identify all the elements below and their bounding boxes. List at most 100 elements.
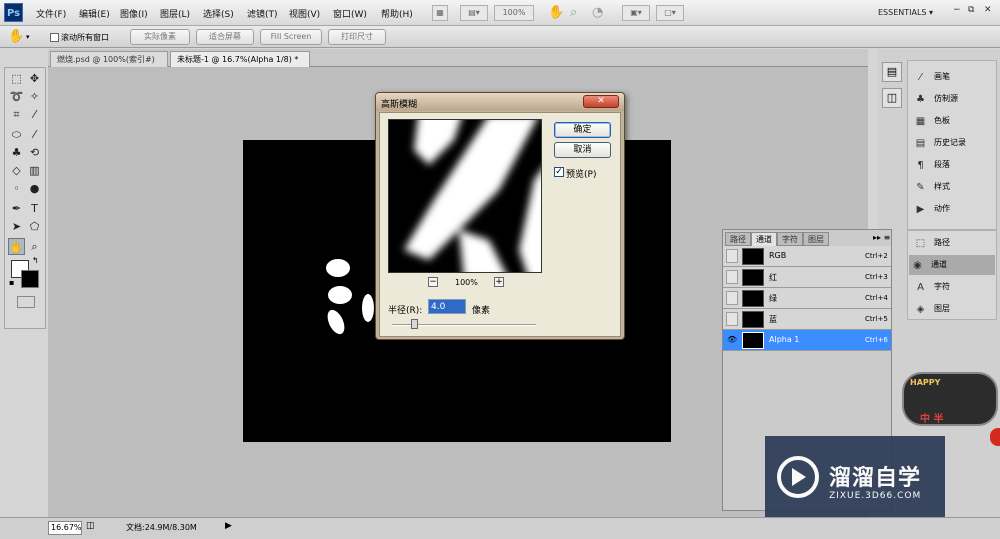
hand-icon[interactable]: ✋ bbox=[548, 5, 564, 20]
channel-row-blue[interactable]: 蓝 Ctrl+5 bbox=[723, 309, 891, 330]
tab-document-1[interactable]: 燃烧.psd @ 100%(索引#) bbox=[50, 51, 168, 67]
background-color-swatch[interactable] bbox=[21, 270, 39, 288]
hand-tool-icon[interactable]: ✋ bbox=[8, 29, 24, 44]
healing-brush-icon[interactable]: ⬭ bbox=[8, 126, 25, 143]
print-size-button[interactable]: 打印尺寸 bbox=[328, 29, 386, 45]
zoom-out-button[interactable]: − bbox=[428, 277, 438, 287]
view-extras-icon[interactable]: ▤▾ bbox=[460, 5, 488, 21]
info-icon[interactable]: ◫ bbox=[882, 88, 902, 108]
channel-row-alpha-1[interactable]: 👁 Alpha 1 Ctrl+6 bbox=[723, 330, 891, 351]
fill-screen-button[interactable]: Fill Screen bbox=[260, 29, 322, 45]
radius-input[interactable] bbox=[428, 299, 466, 314]
panel-item-styles[interactable]: ✎ 样式 bbox=[912, 177, 998, 197]
channel-name: 蓝 bbox=[769, 315, 777, 324]
path-selection-icon[interactable]: ➤ bbox=[8, 218, 25, 235]
fit-screen-button[interactable]: 适合屏幕 bbox=[196, 29, 254, 45]
panel-item-paragraph[interactable]: ¶ 段落 bbox=[912, 155, 998, 175]
zoom-tool-panel-icon[interactable]: ⌕ bbox=[26, 238, 43, 255]
hand-tool-selected-icon[interactable]: ✋ bbox=[8, 238, 25, 255]
blur-tool-icon[interactable]: ◦ bbox=[8, 180, 25, 197]
type-tool-icon[interactable]: T bbox=[26, 200, 43, 217]
dialog-titlebar[interactable]: 高斯模糊 ✕ bbox=[376, 93, 624, 111]
quick-mask-icon[interactable] bbox=[17, 296, 35, 308]
menu-filter[interactable]: 滤镜(T) bbox=[247, 7, 278, 20]
bridge-icon[interactable]: ▦ bbox=[432, 5, 448, 21]
tab-character[interactable]: 字符 bbox=[777, 232, 803, 246]
tab-document-2[interactable]: 未标题-1 @ 16.7%(Alpha 1/8) * bbox=[170, 51, 310, 67]
panel-item-layers[interactable]: ◈ 图层 bbox=[912, 299, 998, 319]
brush-tool-icon[interactable]: ⁄ bbox=[26, 126, 43, 143]
status-menu-arrow-icon[interactable]: ▶ bbox=[225, 521, 232, 531]
channel-row-rgb[interactable]: RGB Ctrl+2 bbox=[723, 246, 891, 267]
panel-item-swatches[interactable]: ▦ 色板 bbox=[912, 111, 998, 131]
pen-tool-icon[interactable]: ✒ bbox=[8, 200, 25, 217]
swatches-icon: ▦ bbox=[915, 116, 926, 127]
panel-item-clone-source[interactable]: ♣ 仿制源 bbox=[912, 89, 998, 109]
zoom-level[interactable]: 100% bbox=[494, 5, 534, 21]
dialog-close-icon[interactable]: ✕ bbox=[583, 95, 619, 108]
menu-help[interactable]: 帮助(H) bbox=[381, 7, 413, 20]
cancel-button[interactable]: 取消 bbox=[554, 142, 611, 158]
preview-checkbox[interactable]: ✓ bbox=[554, 167, 564, 177]
ok-button[interactable]: 确定 bbox=[554, 122, 611, 138]
navigator-icon[interactable]: ▤ bbox=[882, 62, 902, 82]
panel-menu-icon[interactable]: ▸▸ ≡ bbox=[873, 233, 890, 242]
channel-row-red[interactable]: 红 Ctrl+3 bbox=[723, 267, 891, 288]
crop-tool-icon[interactable]: ⌗ bbox=[8, 106, 25, 123]
eye-icon[interactable]: 👁 bbox=[726, 333, 738, 347]
panel-item-channels[interactable]: ◉ 通道 bbox=[909, 255, 995, 275]
menu-edit[interactable]: 编辑(E) bbox=[79, 7, 110, 20]
tools-panel: ⬚ ✥ ➰ ✧ ⌗ ⁄ ⬭ ⁄ ♣ ⟲ ◇ ▥ ◦ ● ✒ T ➤ ⬠ ✋ ⌕ … bbox=[4, 67, 46, 329]
screen-mode-icon[interactable]: ▢▾ bbox=[656, 5, 684, 21]
visibility-toggle[interactable] bbox=[726, 291, 738, 305]
default-colors-icon[interactable]: ▪ bbox=[9, 278, 14, 287]
swap-colors-icon[interactable]: ↰ bbox=[32, 256, 39, 265]
panel-item-character[interactable]: A 字符 bbox=[912, 277, 998, 297]
visibility-toggle[interactable] bbox=[726, 270, 738, 284]
shape-tool-icon[interactable]: ⬠ bbox=[26, 218, 43, 235]
clone-source-icon: ♣ bbox=[916, 94, 925, 105]
eyedropper-icon[interactable]: ⁄ bbox=[26, 106, 43, 123]
marquee-tool-icon[interactable]: ⬚ bbox=[8, 70, 25, 87]
zoom-in-button[interactable]: + bbox=[494, 277, 504, 287]
menu-view[interactable]: 视图(V) bbox=[289, 7, 320, 20]
scroll-all-checkbox[interactable] bbox=[50, 33, 59, 42]
menu-layer[interactable]: 图层(L) bbox=[160, 7, 190, 20]
tool-preset-chevron-icon[interactable]: ▾ bbox=[26, 33, 30, 41]
arrange-documents-icon[interactable]: ▣▾ bbox=[622, 5, 650, 21]
channel-name: 绿 bbox=[769, 294, 777, 303]
tab-channels[interactable]: 通道 bbox=[751, 232, 777, 246]
menu-image[interactable]: 图像(I) bbox=[120, 7, 148, 20]
status-icon[interactable]: ◫ bbox=[86, 521, 95, 531]
lasso-tool-icon[interactable]: ➰ bbox=[8, 88, 25, 105]
clone-stamp-icon[interactable]: ♣ bbox=[8, 144, 25, 161]
restore-icon[interactable]: ⧉ bbox=[968, 5, 974, 15]
tab-paths[interactable]: 路径 bbox=[725, 232, 751, 246]
blur-preview[interactable] bbox=[388, 119, 542, 273]
menu-window[interactable]: 窗口(W) bbox=[333, 7, 367, 20]
visibility-toggle[interactable] bbox=[726, 249, 738, 263]
dodge-tool-icon[interactable]: ● bbox=[26, 180, 43, 197]
panel-item-brush[interactable]: ⁄ 画笔 bbox=[912, 67, 998, 87]
eraser-icon[interactable]: ◇ bbox=[8, 162, 25, 179]
move-tool-icon[interactable]: ✥ bbox=[26, 70, 43, 87]
zoom-tool-icon[interactable]: ⌕ bbox=[570, 5, 577, 20]
tab-layers[interactable]: 图层 bbox=[803, 232, 829, 246]
panel-item-actions[interactable]: ▶ 动作 bbox=[912, 199, 998, 219]
status-zoom[interactable]: 16.67% bbox=[48, 521, 82, 535]
panel-item-paths[interactable]: ⬚ 路径 bbox=[912, 233, 998, 253]
close-icon[interactable]: ✕ bbox=[984, 5, 992, 15]
menu-file[interactable]: 文件(F) bbox=[36, 7, 66, 20]
history-brush-icon[interactable]: ⟲ bbox=[26, 144, 43, 161]
panel-item-history[interactable]: ▤ 历史记录 bbox=[912, 133, 998, 153]
visibility-toggle[interactable] bbox=[726, 312, 738, 326]
minimize-icon[interactable]: − bbox=[953, 5, 961, 15]
menu-select[interactable]: 选择(S) bbox=[203, 7, 234, 20]
channel-row-green[interactable]: 绿 Ctrl+4 bbox=[723, 288, 891, 309]
rotate-view-icon[interactable]: ◔ bbox=[592, 5, 603, 20]
magic-wand-icon[interactable]: ✧ bbox=[26, 88, 43, 105]
actual-pixels-button[interactable]: 实际像素 bbox=[130, 29, 190, 45]
gradient-icon[interactable]: ▥ bbox=[26, 162, 43, 179]
workspace-switcher[interactable]: ESSENTIALS ▾ bbox=[878, 8, 933, 17]
radius-slider-thumb[interactable] bbox=[410, 319, 418, 329]
